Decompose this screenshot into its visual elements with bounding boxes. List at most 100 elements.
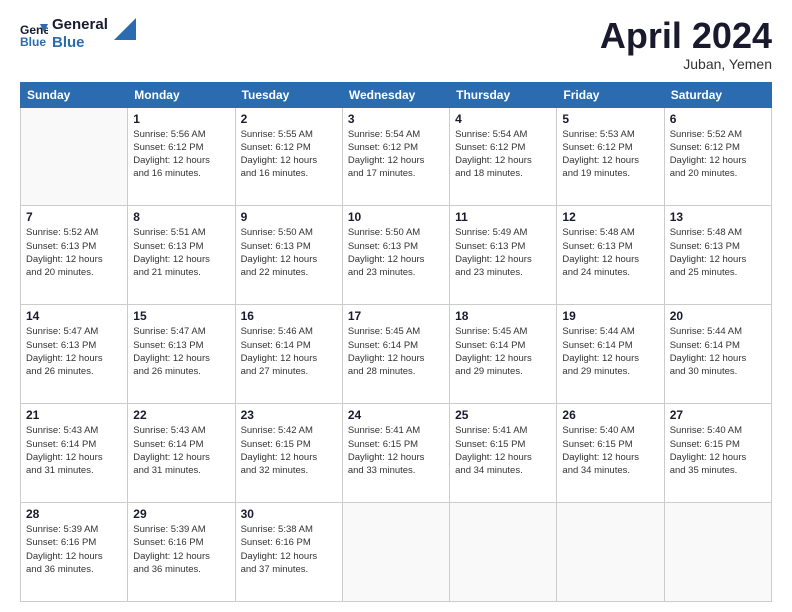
day-info: Sunrise: 5:43 AMSunset: 6:14 PMDaylight:… [26, 424, 122, 477]
day-number: 30 [241, 507, 337, 521]
weekday-header-row: SundayMondayTuesdayWednesdayThursdayFrid… [21, 82, 772, 107]
page-header: General Blue General Blue April 2024 Jub… [20, 16, 772, 72]
day-number: 15 [133, 309, 229, 323]
day-info: Sunrise: 5:56 AMSunset: 6:12 PMDaylight:… [133, 128, 229, 181]
calendar-week-row: 7 Sunrise: 5:52 AMSunset: 6:13 PMDaylight… [21, 206, 772, 305]
day-info: Sunrise: 5:54 AMSunset: 6:12 PMDaylight:… [348, 128, 444, 181]
day-info: Sunrise: 5:42 AMSunset: 6:15 PMDaylight:… [241, 424, 337, 477]
logo-blue: Blue [52, 34, 108, 52]
day-info: Sunrise: 5:45 AMSunset: 6:14 PMDaylight:… [455, 325, 551, 378]
calendar-cell: 10 Sunrise: 5:50 AMSunset: 6:13 PMDayligh… [342, 206, 449, 305]
calendar-cell: 22Sunrise: 5:43 AMSunset: 6:14 PMDayligh… [128, 404, 235, 503]
calendar-cell: 7 Sunrise: 5:52 AMSunset: 6:13 PMDaylight… [21, 206, 128, 305]
day-info: Sunrise: 5:52 AMSunset: 6:13 PMDaylight:… [26, 226, 122, 279]
location-subtitle: Juban, Yemen [600, 56, 772, 72]
day-info: Sunrise: 5:50 AMSunset: 6:13 PMDaylight:… [241, 226, 337, 279]
day-info: Sunrise: 5:48 AMSunset: 6:13 PMDaylight:… [670, 226, 766, 279]
day-info: Sunrise: 5:47 AMSunset: 6:13 PMDaylight:… [26, 325, 122, 378]
day-info: Sunrise: 5:43 AMSunset: 6:14 PMDaylight:… [133, 424, 229, 477]
calendar-table: SundayMondayTuesdayWednesdayThursdayFrid… [20, 82, 772, 602]
weekday-header-tuesday: Tuesday [235, 82, 342, 107]
day-info: Sunrise: 5:48 AMSunset: 6:13 PMDaylight:… [562, 226, 658, 279]
calendar-cell: 11 Sunrise: 5:49 AMSunset: 6:13 PMDayligh… [450, 206, 557, 305]
calendar-cell: 5 Sunrise: 5:53 AMSunset: 6:12 PMDaylight… [557, 107, 664, 206]
day-info: Sunrise: 5:51 AMSunset: 6:13 PMDaylight:… [133, 226, 229, 279]
calendar-cell: 16Sunrise: 5:46 AMSunset: 6:14 PMDayligh… [235, 305, 342, 404]
svg-text:Blue: Blue [20, 35, 46, 48]
calendar-cell [664, 503, 771, 602]
day-number: 8 [133, 210, 229, 224]
logo-general: General [52, 16, 108, 34]
calendar-cell [450, 503, 557, 602]
day-number: 2 [241, 112, 337, 126]
day-number: 20 [670, 309, 766, 323]
weekday-header-saturday: Saturday [664, 82, 771, 107]
day-info: Sunrise: 5:50 AMSunset: 6:13 PMDaylight:… [348, 226, 444, 279]
day-number: 28 [26, 507, 122, 521]
calendar-cell: 15Sunrise: 5:47 AMSunset: 6:13 PMDayligh… [128, 305, 235, 404]
calendar-cell: 3Sunrise: 5:54 AMSunset: 6:12 PMDaylight… [342, 107, 449, 206]
calendar-cell: 13 Sunrise: 5:48 AMSunset: 6:13 PMDayligh… [664, 206, 771, 305]
day-number: 7 [26, 210, 122, 224]
calendar-week-row: 21 Sunrise: 5:43 AMSunset: 6:14 PMDayligh… [21, 404, 772, 503]
day-info: Sunrise: 5:45 AMSunset: 6:14 PMDaylight:… [348, 325, 444, 378]
day-number: 9 [241, 210, 337, 224]
month-title: April 2024 [600, 16, 772, 56]
calendar-cell: 29Sunrise: 5:39 AMSunset: 6:16 PMDayligh… [128, 503, 235, 602]
day-info: Sunrise: 5:49 AMSunset: 6:13 PMDaylight:… [455, 226, 551, 279]
title-block: April 2024 Juban, Yemen [600, 16, 772, 72]
day-info: Sunrise: 5:44 AMSunset: 6:14 PMDaylight:… [670, 325, 766, 378]
day-info: Sunrise: 5:53 AMSunset: 6:12 PMDaylight:… [562, 128, 658, 181]
day-info: Sunrise: 5:55 AMSunset: 6:12 PMDaylight:… [241, 128, 337, 181]
calendar-cell: 4 Sunrise: 5:54 AMSunset: 6:12 PMDaylight… [450, 107, 557, 206]
logo: General Blue General Blue [20, 16, 136, 52]
day-number: 17 [348, 309, 444, 323]
day-info: Sunrise: 5:54 AMSunset: 6:12 PMDaylight:… [455, 128, 551, 181]
calendar-cell: 27 Sunrise: 5:40 AMSunset: 6:15 PMDayligh… [664, 404, 771, 503]
calendar-cell: 6Sunrise: 5:52 AMSunset: 6:12 PMDaylight… [664, 107, 771, 206]
day-number: 18 [455, 309, 551, 323]
weekday-header-monday: Monday [128, 82, 235, 107]
day-info: Sunrise: 5:38 AMSunset: 6:16 PMDaylight:… [241, 523, 337, 576]
day-number: 27 [670, 408, 766, 422]
calendar-week-row: 1Sunrise: 5:56 AMSunset: 6:12 PMDaylight… [21, 107, 772, 206]
calendar-cell: 14 Sunrise: 5:47 AMSunset: 6:13 PMDayligh… [21, 305, 128, 404]
day-number: 13 [670, 210, 766, 224]
logo-triangle-icon [114, 18, 136, 40]
day-info: Sunrise: 5:44 AMSunset: 6:14 PMDaylight:… [562, 325, 658, 378]
calendar-cell: 28 Sunrise: 5:39 AMSunset: 6:16 PMDayligh… [21, 503, 128, 602]
day-info: Sunrise: 5:40 AMSunset: 6:15 PMDaylight:… [562, 424, 658, 477]
day-number: 12 [562, 210, 658, 224]
day-number: 25 [455, 408, 551, 422]
day-info: Sunrise: 5:41 AMSunset: 6:15 PMDaylight:… [455, 424, 551, 477]
day-info: Sunrise: 5:41 AMSunset: 6:15 PMDaylight:… [348, 424, 444, 477]
weekday-header-thursday: Thursday [450, 82, 557, 107]
calendar-cell: 24Sunrise: 5:41 AMSunset: 6:15 PMDayligh… [342, 404, 449, 503]
day-number: 26 [562, 408, 658, 422]
day-number: 5 [562, 112, 658, 126]
calendar-week-row: 28 Sunrise: 5:39 AMSunset: 6:16 PMDayligh… [21, 503, 772, 602]
weekday-header-friday: Friday [557, 82, 664, 107]
calendar-cell: 9 Sunrise: 5:50 AMSunset: 6:13 PMDaylight… [235, 206, 342, 305]
calendar-cell: 8 Sunrise: 5:51 AMSunset: 6:13 PMDaylight… [128, 206, 235, 305]
calendar-cell: 18 Sunrise: 5:45 AMSunset: 6:14 PMDayligh… [450, 305, 557, 404]
day-number: 21 [26, 408, 122, 422]
day-info: Sunrise: 5:52 AMSunset: 6:12 PMDaylight:… [670, 128, 766, 181]
day-info: Sunrise: 5:40 AMSunset: 6:15 PMDaylight:… [670, 424, 766, 477]
calendar-cell [557, 503, 664, 602]
calendar-cell: 17 Sunrise: 5:45 AMSunset: 6:14 PMDayligh… [342, 305, 449, 404]
weekday-header-wednesday: Wednesday [342, 82, 449, 107]
day-number: 11 [455, 210, 551, 224]
day-number: 4 [455, 112, 551, 126]
calendar-week-row: 14 Sunrise: 5:47 AMSunset: 6:13 PMDayligh… [21, 305, 772, 404]
day-info: Sunrise: 5:39 AMSunset: 6:16 PMDaylight:… [26, 523, 122, 576]
day-number: 29 [133, 507, 229, 521]
day-number: 10 [348, 210, 444, 224]
calendar-cell [21, 107, 128, 206]
day-number: 14 [26, 309, 122, 323]
calendar-cell: 19Sunrise: 5:44 AMSunset: 6:14 PMDayligh… [557, 305, 664, 404]
calendar-cell: 21 Sunrise: 5:43 AMSunset: 6:14 PMDayligh… [21, 404, 128, 503]
calendar-cell: 20 Sunrise: 5:44 AMSunset: 6:14 PMDayligh… [664, 305, 771, 404]
calendar-cell: 25 Sunrise: 5:41 AMSunset: 6:15 PMDayligh… [450, 404, 557, 503]
logo-icon: General Blue [20, 20, 48, 48]
